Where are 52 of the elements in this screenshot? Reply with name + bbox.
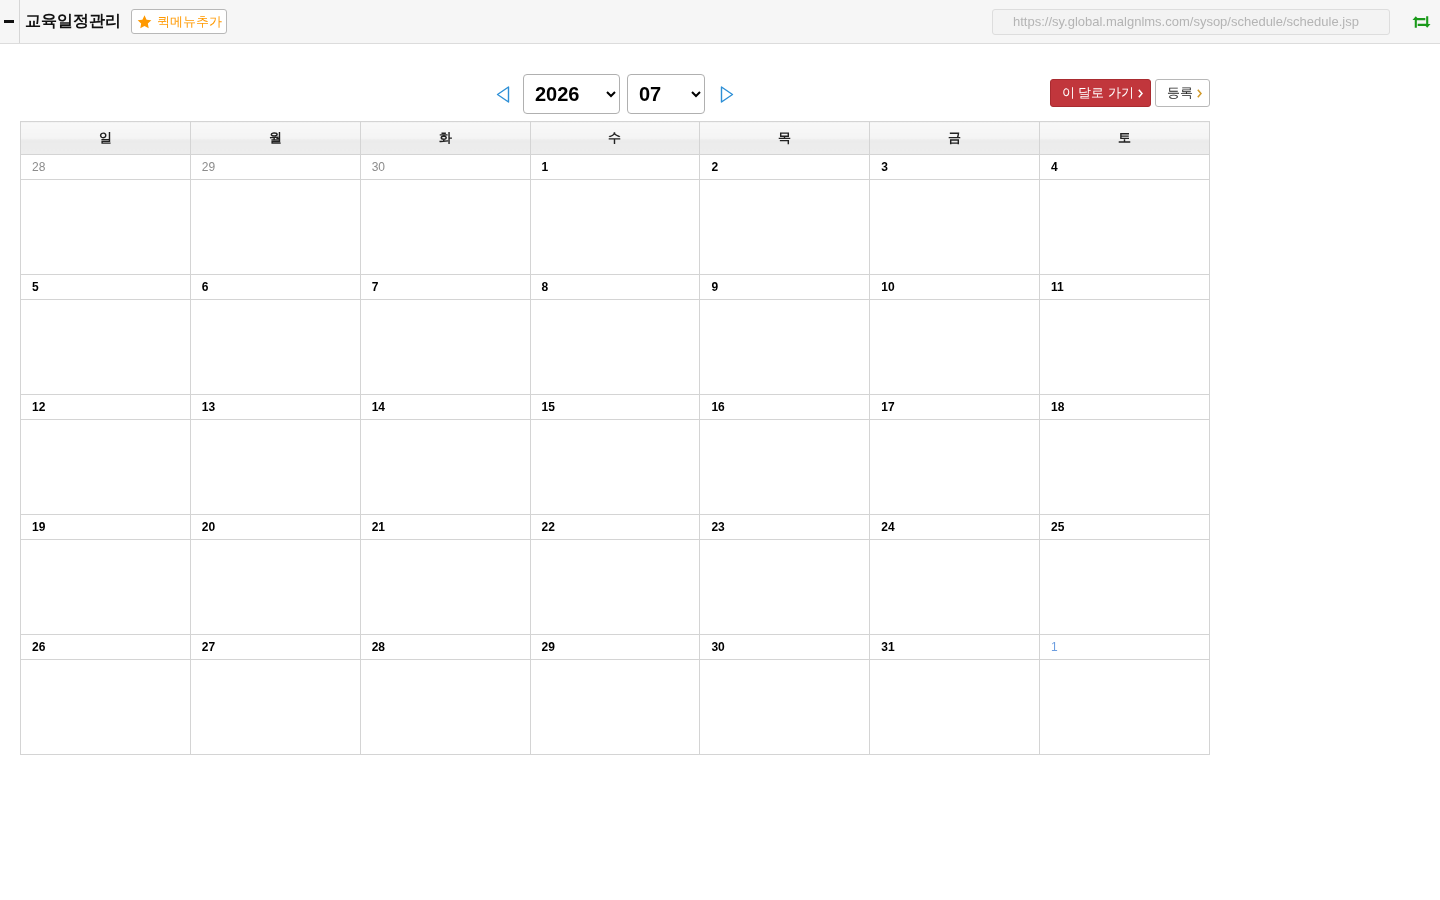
action-button[interactable]: 이 달로 가기 bbox=[1049, 79, 1151, 107]
weekday-header: 수 bbox=[530, 121, 700, 155]
refresh-icon[interactable] bbox=[1412, 14, 1431, 29]
day-number[interactable]: 21 bbox=[371, 520, 386, 534]
month-select[interactable]: 07 bbox=[627, 74, 705, 114]
day-number[interactable]: 18 bbox=[1051, 400, 1065, 414]
day-number[interactable]: 10 bbox=[881, 280, 895, 294]
day-number[interactable]: 3 bbox=[881, 160, 888, 174]
weekday-header: 월 bbox=[190, 121, 361, 155]
right-triangle-icon[interactable] bbox=[720, 85, 734, 103]
weekday-header: 금 bbox=[869, 121, 1040, 155]
day-number[interactable]: 8 bbox=[541, 280, 549, 294]
day-number[interactable]: 29 bbox=[201, 160, 216, 174]
left-triangle-icon[interactable] bbox=[496, 85, 510, 103]
day-number[interactable]: 26 bbox=[32, 640, 46, 654]
day-number[interactable]: 30 bbox=[711, 640, 725, 654]
day-number[interactable]: 9 bbox=[711, 280, 719, 294]
page-title: 교육일정관리 bbox=[25, 11, 121, 31]
day-number[interactable]: 24 bbox=[881, 520, 895, 534]
weekday-header: 목 bbox=[699, 121, 870, 155]
action-button[interactable]: 등록 bbox=[1155, 79, 1210, 107]
day-number[interactable]: 15 bbox=[541, 400, 555, 414]
day-number[interactable]: 6 bbox=[201, 280, 209, 294]
day-number[interactable]: 30 bbox=[371, 160, 386, 174]
day-number[interactable]: 11 bbox=[1051, 280, 1064, 294]
day-number[interactable]: 23 bbox=[711, 520, 725, 534]
day-number[interactable]: 1 bbox=[541, 160, 549, 174]
day-number[interactable]: 22 bbox=[541, 520, 555, 534]
day-number[interactable]: 27 bbox=[201, 640, 216, 654]
day-number[interactable]: 14 bbox=[371, 400, 386, 414]
day-number[interactable]: 29 bbox=[541, 640, 555, 654]
weekday-header: 토 bbox=[1039, 121, 1210, 155]
star-icon bbox=[137, 14, 152, 29]
day-number[interactable]: 20 bbox=[201, 520, 216, 534]
day-number[interactable]: 13 bbox=[201, 400, 216, 414]
day-number[interactable]: 16 bbox=[711, 400, 725, 414]
day-number[interactable]: 25 bbox=[1051, 520, 1065, 534]
day-number[interactable]: 12 bbox=[32, 400, 46, 414]
chevron-right-icon bbox=[1138, 88, 1143, 98]
year-select[interactable]: 2026 bbox=[523, 74, 620, 114]
chevron-right-icon bbox=[1197, 88, 1202, 98]
day-number[interactable]: 17 bbox=[881, 400, 895, 414]
day-number[interactable]: 31 bbox=[881, 640, 895, 654]
day-number[interactable]: 5 bbox=[32, 280, 39, 294]
weekday-header: 일 bbox=[20, 121, 191, 155]
day-number[interactable]: 7 bbox=[371, 280, 379, 294]
day-number[interactable]: 2 bbox=[711, 160, 719, 174]
day-number[interactable]: 28 bbox=[32, 160, 46, 174]
day-number[interactable]: 4 bbox=[1051, 160, 1058, 174]
weekday-header: 화 bbox=[360, 121, 531, 155]
day-number[interactable]: 28 bbox=[371, 640, 386, 654]
day-number[interactable]: 19 bbox=[32, 520, 46, 534]
